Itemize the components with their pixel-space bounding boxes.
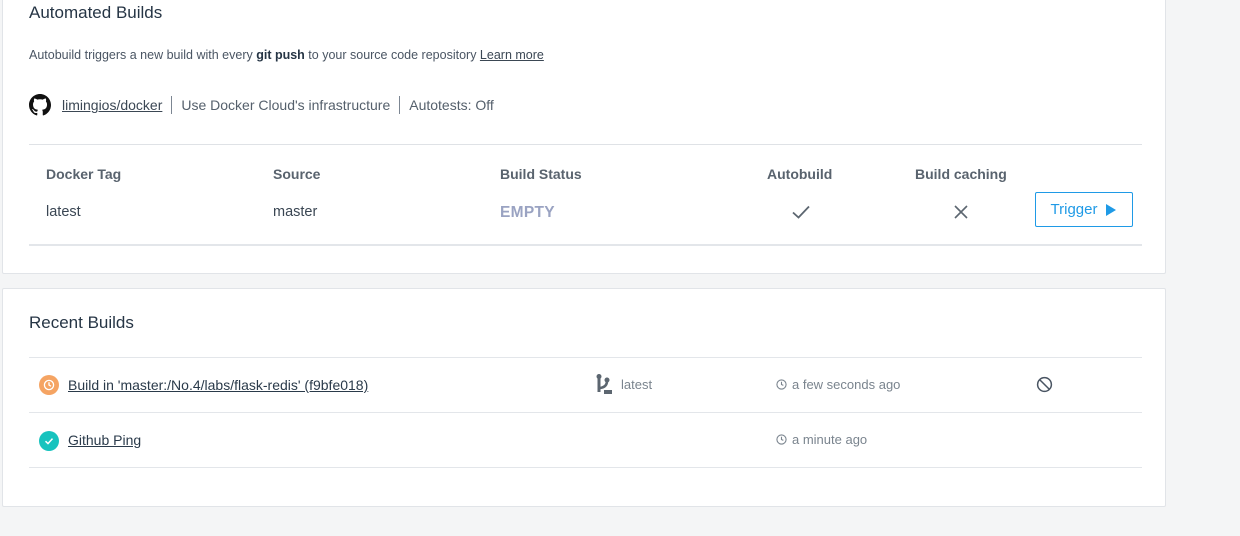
automated-builds-panel: Automated Builds Autobuild triggers a ne…: [2, 0, 1166, 274]
description-prefix: Autobuild triggers a new build with ever…: [29, 48, 257, 62]
check-icon: [791, 204, 811, 225]
rule-docker-tag: latest: [46, 204, 81, 220]
repo-link[interactable]: limingios/docker: [62, 97, 162, 113]
build-time-label: a few seconds ago: [792, 377, 901, 392]
description-git-push: git push: [256, 48, 305, 62]
build-time: a few seconds ago: [776, 377, 900, 392]
column-build-caching: Build caching: [915, 166, 1007, 182]
trigger-button[interactable]: Trigger: [1035, 192, 1133, 227]
branch-icon: [595, 373, 613, 400]
column-build-status: Build Status: [500, 166, 582, 182]
cancel-icon[interactable]: [1036, 376, 1053, 398]
divider: [171, 96, 173, 114]
repo-info: limingios/docker Use Docker Cloud's infr…: [29, 94, 494, 116]
automated-builds-title: Automated Builds: [29, 3, 163, 22]
column-source: Source: [273, 166, 321, 182]
infrastructure-label: Use Docker Cloud's infrastructure: [181, 97, 391, 113]
table-top-divider: [29, 144, 1142, 145]
description-suffix: to your source code repository: [304, 48, 480, 62]
clock-icon: [776, 379, 787, 390]
play-icon: [1105, 203, 1117, 217]
row-divider: [29, 357, 1142, 358]
trigger-label: Trigger: [1050, 201, 1098, 218]
build-time-label: a minute ago: [792, 432, 868, 447]
build-link[interactable]: Github Ping: [68, 432, 141, 448]
build-status-badge: EMPTY: [500, 204, 555, 221]
build-tag-label: latest: [621, 377, 653, 392]
success-check-icon: [39, 431, 59, 451]
column-autobuild: Autobuild: [767, 166, 833, 182]
in-progress-clock-icon: [39, 375, 59, 395]
divider: [399, 96, 401, 114]
build-link[interactable]: Build in 'master:/No.4/labs/flask-redis'…: [68, 377, 368, 393]
x-icon: [953, 204, 969, 225]
build-time: a minute ago: [776, 432, 867, 447]
row-divider: [29, 412, 1142, 413]
table-bottom-divider: [29, 244, 1142, 246]
autobuild-description: Autobuild triggers a new build with ever…: [29, 48, 544, 62]
column-docker-tag: Docker Tag: [46, 166, 122, 182]
rule-source: master: [273, 204, 318, 220]
recent-builds-title: Recent Builds: [29, 313, 134, 332]
autotests-label: Autotests: Off: [409, 97, 494, 113]
build-tag: latest: [621, 377, 652, 392]
github-icon: [29, 94, 51, 116]
recent-builds-panel: Recent Builds Build in 'master:/No.4/lab…: [2, 288, 1166, 507]
clock-icon: [776, 434, 787, 445]
row-divider: [29, 467, 1142, 468]
learn-more-link[interactable]: Learn more: [480, 48, 544, 62]
